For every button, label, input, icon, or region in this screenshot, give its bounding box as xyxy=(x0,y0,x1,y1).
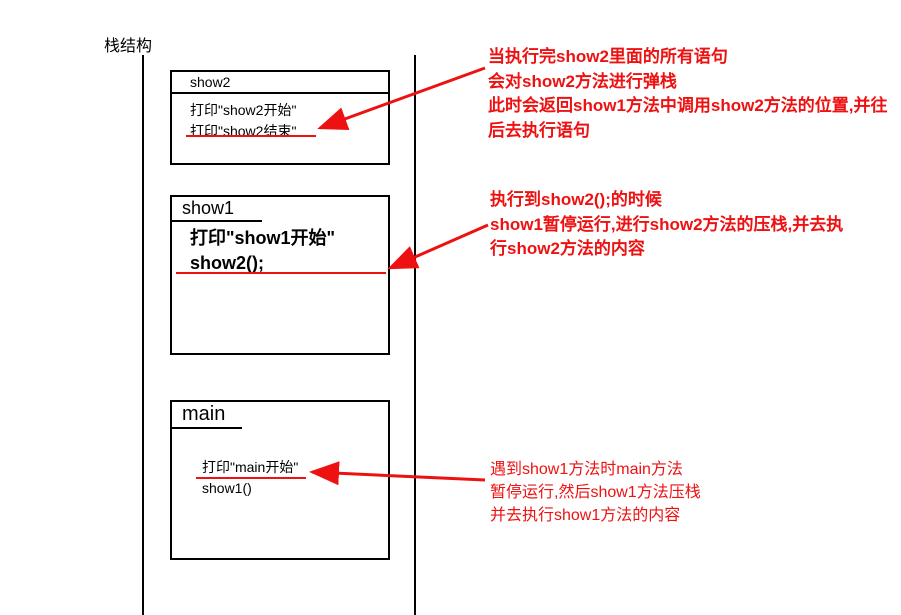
annotation-pop-show2: 当执行完show2里面的所有语句会对show2方法进行弹栈此时会返回show1方… xyxy=(488,45,888,144)
stack-frame-main: main 打印"main开始" show1() xyxy=(170,400,390,560)
frame-line: show1() xyxy=(202,478,378,499)
underline-show1 xyxy=(176,272,386,274)
frame-line: 打印"main开始" xyxy=(202,457,378,478)
annotation-push-show1: 遇到show1方法时main方法暂停运行,然后show1方法压栈并去执行show… xyxy=(490,458,870,528)
underline-show2 xyxy=(186,135,316,137)
page-title: 栈结构 xyxy=(104,32,152,56)
frame-line: 打印"show1开始" xyxy=(190,226,378,251)
frame-line: 打印"show2结束" xyxy=(190,121,378,142)
frame-title-show2: show2 xyxy=(190,74,230,90)
annotation-push-show2: 执行到show2();的时候show1暂停运行,进行show2方法的压栈,并去执… xyxy=(490,188,850,262)
frame-title-main: main xyxy=(182,403,225,425)
frame-line: 打印"show2开始" xyxy=(190,100,378,121)
stack-frame-show2: show2 打印"show2开始" 打印"show2结束" xyxy=(170,70,390,165)
underline-main xyxy=(196,477,306,479)
stack-frame-show1: show1 打印"show1开始" show2(); xyxy=(170,195,390,355)
frame-title-show1: show1 xyxy=(182,198,234,218)
